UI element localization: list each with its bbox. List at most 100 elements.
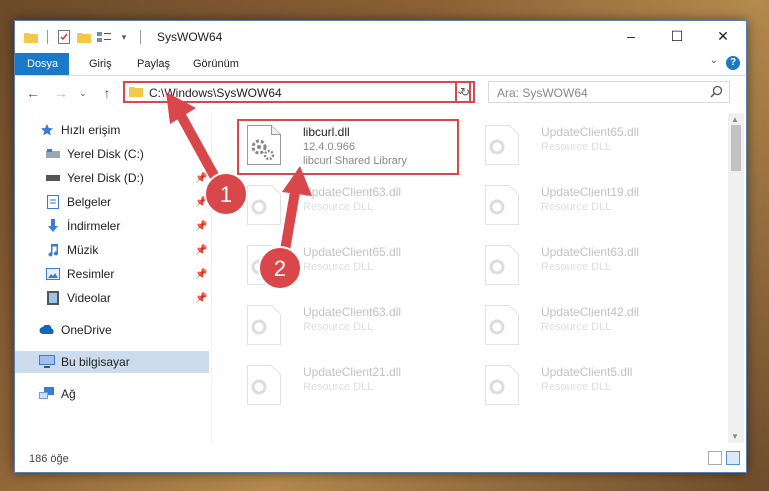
file-tile[interactable]: UpdateClient63.dll Resource DLL bbox=[239, 299, 469, 355]
dll-gear-icon bbox=[485, 185, 519, 228]
search-box[interactable]: Ara: SysWOW64 bbox=[488, 81, 730, 103]
quick-access-toolbar: ▾ bbox=[23, 29, 145, 45]
scrollbar-thumb[interactable] bbox=[731, 125, 741, 171]
dll-gear-icon bbox=[247, 365, 281, 408]
ribbon: Dosya Giriş Paylaş Görünüm ⌄ ? bbox=[15, 53, 746, 76]
sidebar-item-pictures[interactable]: Resimler bbox=[45, 263, 114, 285]
dll-gear-icon bbox=[485, 365, 519, 408]
chevron-down-icon[interactable]: ⌄ bbox=[710, 55, 718, 66]
back-arrow-icon[interactable]: ← bbox=[23, 83, 43, 103]
sidebar-item-videos[interactable]: Videolar bbox=[45, 287, 111, 309]
close-button[interactable]: ✕ bbox=[700, 21, 746, 51]
dll-gear-icon bbox=[247, 245, 281, 288]
file-tile[interactable]: UpdateClient19.dll Resource DLL bbox=[477, 179, 707, 235]
file-tile[interactable]: UpdateClient5.dll Resource DLL bbox=[477, 359, 707, 415]
file-name: UpdateClient63.dll bbox=[303, 305, 402, 319]
pin-icon[interactable]: 📌 bbox=[195, 293, 207, 305]
new-folder-icon[interactable] bbox=[76, 29, 92, 45]
status-bar: 186 öğe bbox=[15, 447, 746, 471]
tiles-view-icon[interactable] bbox=[726, 451, 740, 465]
file-type: Resource DLL bbox=[541, 261, 612, 273]
file-name: UpdateClient63.dll bbox=[303, 185, 402, 199]
file-name: UpdateClient19.dll bbox=[541, 185, 640, 199]
sidebar-item-music[interactable]: Müzik bbox=[45, 239, 98, 261]
pin-icon[interactable]: 📌 bbox=[195, 173, 207, 185]
properties-icon[interactable] bbox=[56, 29, 72, 45]
music-icon bbox=[45, 242, 61, 258]
pin-icon[interactable]: 📌 bbox=[195, 245, 207, 257]
documents-icon bbox=[45, 194, 61, 210]
minimize-button[interactable]: – bbox=[608, 21, 654, 51]
maximize-button[interactable]: ☐ bbox=[654, 21, 700, 51]
pictures-icon bbox=[45, 266, 61, 282]
tab-file[interactable]: Dosya bbox=[15, 53, 69, 75]
window-controls: – ☐ ✕ bbox=[608, 21, 746, 51]
customize-icon[interactable] bbox=[96, 29, 112, 45]
tab-share[interactable]: Paylaş bbox=[125, 53, 182, 75]
file-tile[interactable]: UpdateClient65.dll Resource DLL bbox=[239, 239, 469, 295]
download-icon bbox=[45, 218, 61, 234]
file-tile[interactable]: UpdateClient42.dll Resource DLL bbox=[477, 299, 707, 355]
scroll-down-icon[interactable]: ▼ bbox=[731, 432, 739, 441]
details-view-icon[interactable] bbox=[708, 451, 722, 465]
sidebar-item-label: Yerel Disk (C:) bbox=[67, 147, 144, 161]
sidebar-item-onedrive[interactable]: OneDrive bbox=[39, 319, 112, 341]
sidebar-item-this-pc[interactable]: Bu bilgisayar bbox=[15, 351, 209, 373]
sidebar-item-quick-access[interactable]: Hızlı erişim bbox=[39, 119, 120, 141]
file-tile[interactable]: UpdateClient63.dll Resource DLL bbox=[477, 239, 707, 295]
sidebar-item-local-disk-d[interactable]: Yerel Disk (D:) bbox=[45, 167, 144, 189]
sidebar-item-label: Bu bilgisayar bbox=[61, 355, 130, 369]
search-input[interactable]: Ara: SysWOW64 bbox=[497, 86, 588, 100]
refresh-icon[interactable]: ↻ bbox=[455, 81, 475, 103]
sidebar-item-network[interactable]: Ağ bbox=[39, 383, 76, 405]
tab-view[interactable]: Görünüm bbox=[181, 53, 251, 75]
file-type: Resource DLL bbox=[303, 261, 374, 273]
network-icon bbox=[39, 386, 55, 402]
sidebar-item-label: İndirmeler bbox=[67, 219, 121, 233]
star-icon bbox=[39, 122, 55, 138]
pin-icon[interactable]: 📌 bbox=[195, 197, 207, 209]
sidebar-item-downloads[interactable]: İndirmeler bbox=[45, 215, 120, 237]
dll-gear-icon bbox=[485, 245, 519, 288]
file-type: Resource DLL bbox=[303, 381, 374, 393]
file-type: Resource DLL bbox=[541, 321, 612, 333]
sidebar-item-label: Videolar bbox=[67, 291, 111, 305]
file-tile[interactable]: UpdateClient65.dll Resource DLL bbox=[477, 119, 707, 175]
file-name: UpdateClient65.dll bbox=[541, 125, 640, 139]
tab-home[interactable]: Giriş bbox=[77, 53, 124, 75]
recent-chevron-icon[interactable]: ⌄ bbox=[73, 83, 93, 103]
pin-icon[interactable]: 📌 bbox=[195, 269, 207, 281]
chevron-down-icon[interactable]: ▾ bbox=[116, 29, 132, 45]
dll-gear-icon bbox=[247, 305, 281, 348]
window-title: SysWOW64 bbox=[157, 30, 223, 44]
navigation-pane: Hızlı erişim Yerel Disk (C:) Yerel Disk … bbox=[15, 113, 212, 443]
sidebar-item-documents[interactable]: Belgeler bbox=[45, 191, 111, 213]
sidebar-item-label: Resimler bbox=[67, 267, 115, 281]
file-type: Resource DLL bbox=[541, 381, 612, 393]
address-path[interactable]: C:\Windows\SysWOW64 bbox=[149, 86, 282, 100]
scroll-up-icon[interactable]: ▲ bbox=[731, 115, 739, 124]
up-arrow-icon[interactable]: ↑ bbox=[97, 83, 117, 103]
search-icon[interactable] bbox=[710, 85, 723, 101]
highlight-box bbox=[237, 119, 459, 175]
sidebar-item-local-disk-c[interactable]: Yerel Disk (C:) bbox=[45, 143, 144, 165]
address-bar[interactable]: C:\Windows\SysWOW64 ⌄ bbox=[123, 81, 471, 103]
drive-icon bbox=[45, 146, 61, 162]
forward-arrow-icon[interactable]: → bbox=[51, 83, 71, 103]
computer-icon bbox=[39, 354, 55, 370]
sidebar-item-label: Müzik bbox=[67, 243, 99, 257]
dll-gear-icon bbox=[485, 305, 519, 348]
video-icon bbox=[45, 290, 61, 306]
file-tile[interactable]: UpdateClient21.dll Resource DLL bbox=[239, 359, 469, 415]
file-name: UpdateClient65.dll bbox=[303, 245, 402, 259]
file-type: Resource DLL bbox=[541, 201, 612, 213]
help-icon[interactable]: ? bbox=[726, 56, 740, 70]
vertical-scrollbar[interactable]: ▲ ▼ bbox=[728, 113, 744, 443]
folder-icon bbox=[129, 85, 143, 100]
view-switcher bbox=[708, 451, 740, 465]
file-type: Resource DLL bbox=[303, 321, 374, 333]
file-tile[interactable]: UpdateClient63.dll Resource DLL bbox=[239, 179, 469, 235]
folder-icon[interactable] bbox=[23, 29, 39, 45]
pin-icon[interactable]: 📌 bbox=[195, 221, 207, 233]
file-name: UpdateClient21.dll bbox=[303, 365, 402, 379]
